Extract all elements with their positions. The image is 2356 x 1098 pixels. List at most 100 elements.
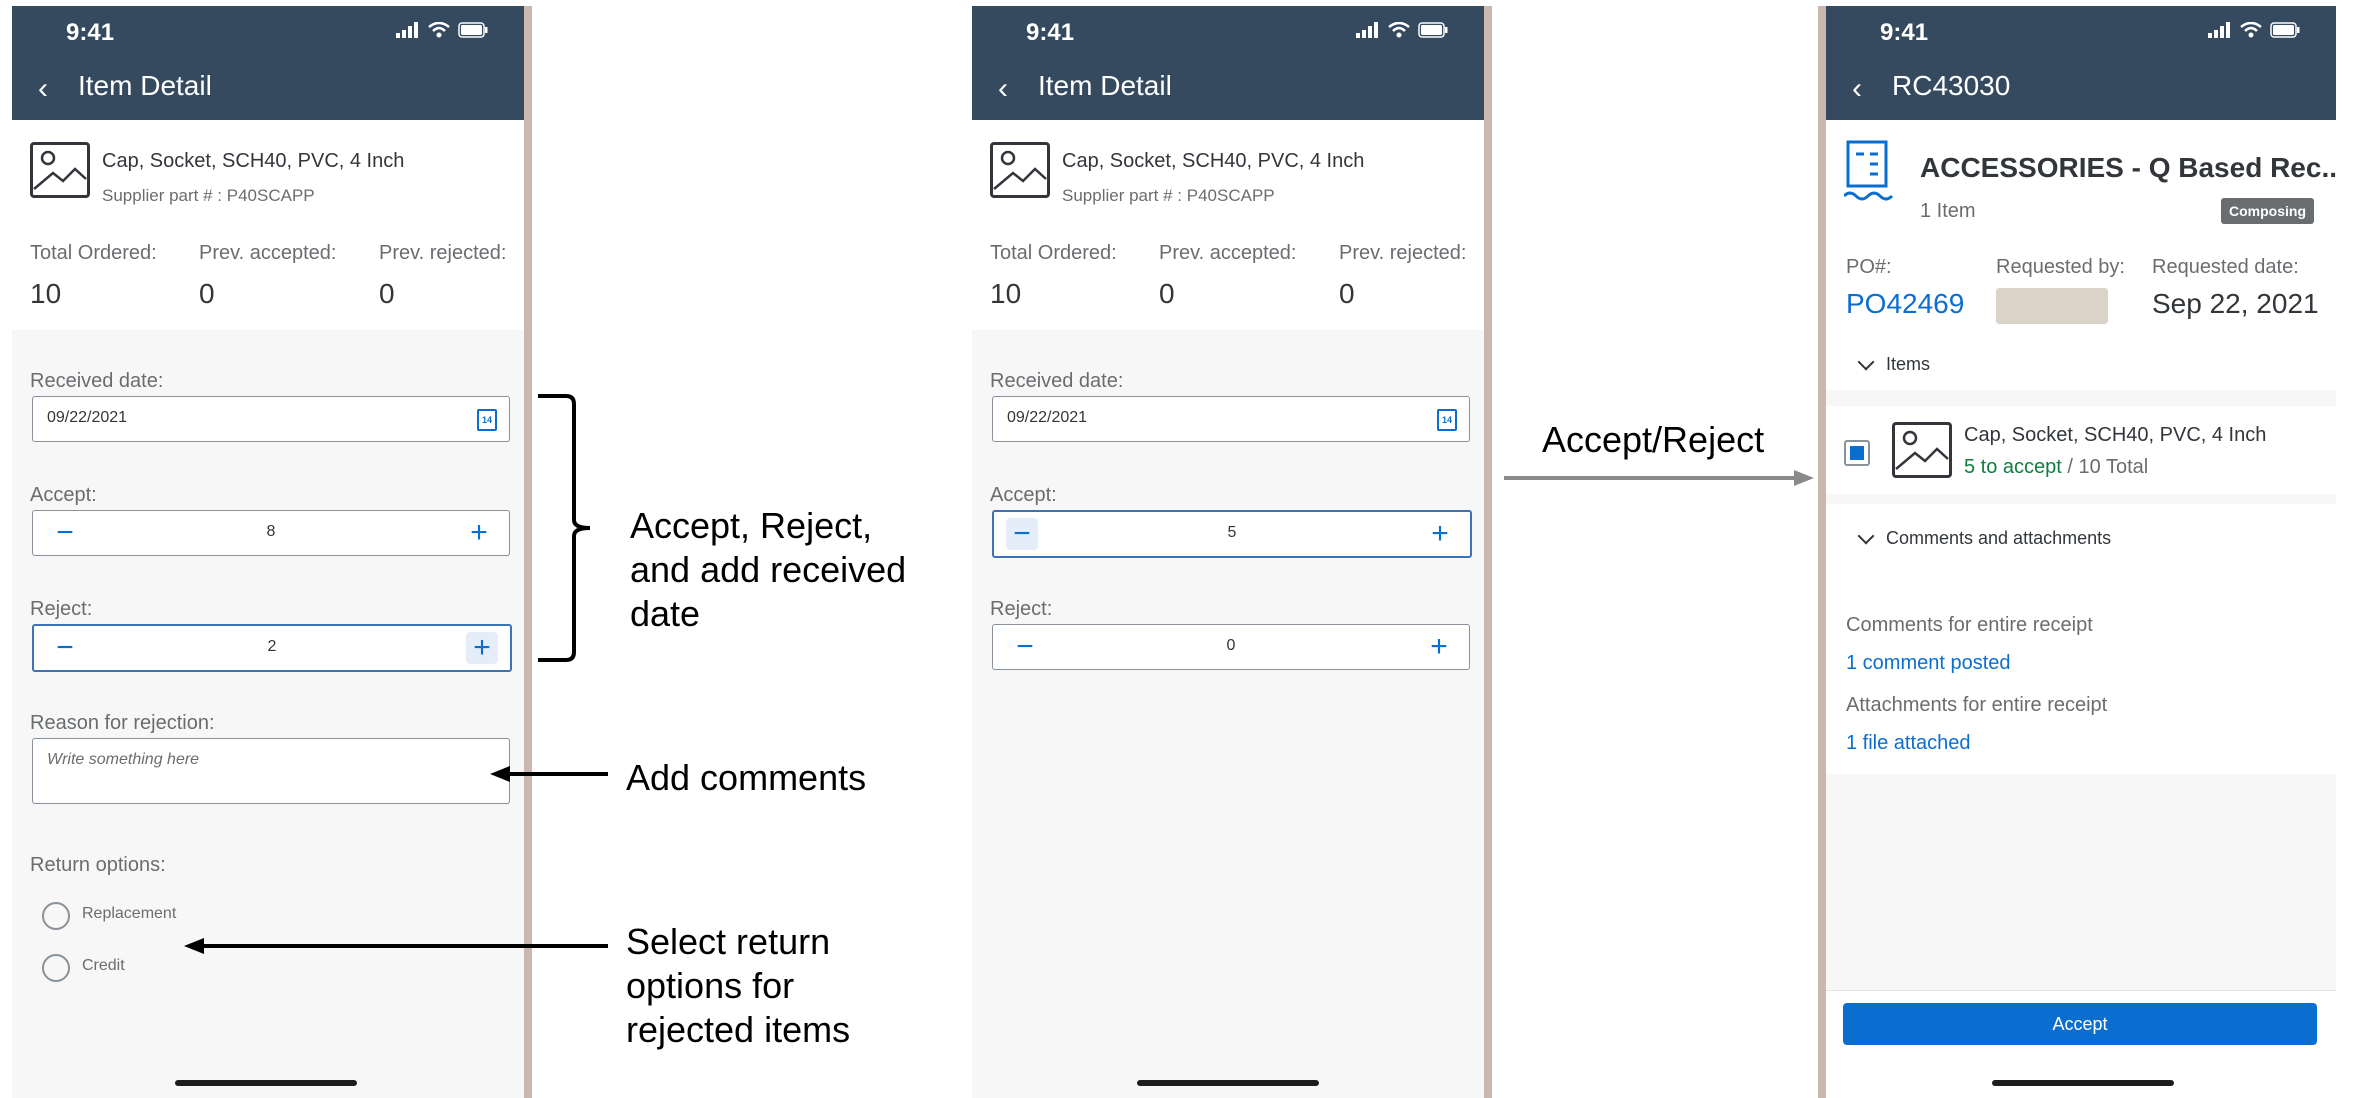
battery-icon [1418, 22, 1448, 38]
accept-increment-button[interactable]: + [463, 517, 495, 549]
prev-rejected-value: 0 [379, 278, 395, 309]
reject-stepper[interactable]: − 2 + [32, 624, 512, 672]
receipt-title: ACCESSORIES - Q Based Rec... [1920, 152, 2336, 183]
radio-replacement-label[interactable]: Replacement [82, 905, 176, 923]
accept-value[interactable]: 5 [994, 524, 1470, 542]
calendar-icon[interactable]: 14 [1437, 409, 1457, 431]
prev-accepted-label: Prev. accepted: [1159, 242, 1297, 264]
supplier-part: Supplier part # : P40SCAPP [1062, 186, 1275, 205]
annotation-line: and add received [630, 549, 907, 590]
signal-icon [1356, 22, 1378, 38]
item-image-placeholder-icon [30, 142, 90, 198]
reject-stepper[interactable]: − 0 + [992, 624, 1470, 670]
return-options-label: Return options: [30, 854, 166, 876]
calendar-day: 14 [1441, 415, 1452, 425]
reject-label: Reject: [30, 598, 93, 620]
checkbox-checked-icon [1850, 446, 1864, 460]
comments-label: Comments for entire receipt [1846, 614, 2093, 636]
item-accept-count: 5 to accept [1964, 456, 2062, 478]
phone-screen-receipt: 9:41 ‹ RC43030 ACCESSORIES - Q Based Rec… [1826, 6, 2336, 1098]
total-ordered-value: 10 [30, 278, 62, 309]
annotation-line: Accept, Reject, [630, 505, 873, 546]
item-name: Cap, Socket, SCH40, PVC, 4 Inch [1964, 424, 2267, 446]
item-total-count: / 10 Total [2061, 456, 2149, 478]
home-indicator [175, 1080, 357, 1086]
item-name: Cap, Socket, SCH40, PVC, 4 Inch [1062, 150, 1365, 172]
requested-date-label: Requested date: [2152, 256, 2299, 278]
comments-attachments-panel: Comments and attachments Comments for en… [1826, 504, 2336, 774]
item-summary-panel: Cap, Socket, SCH40, PVC, 4 Inch Supplier… [972, 120, 1484, 330]
navigation-bar: ‹ Item Detail [12, 56, 524, 120]
received-date-field[interactable]: 09/22/2021 14 [992, 396, 1470, 442]
attachments-label: Attachments for entire receipt [1846, 694, 2108, 716]
item-checkbox[interactable] [1844, 440, 1870, 466]
back-chevron-icon[interactable]: ‹ [1852, 72, 1862, 106]
status-bar: 9:41 [972, 6, 1484, 56]
prev-rejected-label: Prev. rejected: [1339, 242, 1467, 264]
page-title: Item Detail [78, 70, 212, 101]
arrow-accept-reject-head [1794, 470, 1814, 486]
back-chevron-icon[interactable]: ‹ [38, 72, 48, 106]
phone-screen-item-detail-1: 9:41 ‹ Item Detail Cap, Socket, SCH40, P… [12, 6, 524, 1098]
wifi-icon [2240, 22, 2262, 38]
status-icons [396, 22, 488, 38]
signal-icon [2208, 22, 2230, 38]
received-date-label: Received date: [990, 370, 1124, 392]
reject-value[interactable]: 2 [34, 638, 510, 656]
supplier-part: Supplier part # : P40SCAPP [102, 186, 315, 205]
prev-accepted-value: 0 [199, 278, 215, 309]
item-quantity: 5 to accept / 10 Total [1964, 456, 2148, 479]
accept-stepper[interactable]: − 8 + [32, 510, 510, 556]
back-chevron-icon[interactable]: ‹ [998, 72, 1008, 106]
status-icons [1356, 22, 1448, 38]
items-chevron-down-icon[interactable] [1857, 353, 1875, 371]
wifi-icon [1388, 22, 1410, 38]
phone-screen-item-detail-2: 9:41 ‹ Item Detail Cap, Socket, SCH40, P… [972, 6, 1484, 1098]
signal-icon [396, 22, 418, 38]
navigation-bar: ‹ RC43030 [1826, 56, 2336, 120]
prev-accepted-label: Prev. accepted: [199, 242, 337, 264]
status-badge: Composing [2221, 198, 2314, 224]
item-summary-panel: Cap, Socket, SCH40, PVC, 4 Inch Supplier… [12, 120, 524, 330]
phone-edge [1818, 6, 1826, 1098]
attachments-link[interactable]: 1 file attached [1846, 732, 1971, 755]
receipt-header-panel: ACCESSORIES - Q Based Rec... 1 Item Comp… [1826, 120, 2336, 390]
navigation-bar: ‹ Item Detail [972, 56, 1484, 120]
accept-stepper[interactable]: − 5 + [992, 510, 1472, 558]
po-number-link[interactable]: PO42469 [1846, 288, 1964, 320]
item-list-row[interactable]: Cap, Socket, SCH40, PVC, 4 Inch 5 to acc… [1826, 406, 2336, 494]
received-date-field[interactable]: 09/22/2021 14 [32, 396, 510, 442]
prev-rejected-label: Prev. rejected: [379, 242, 507, 264]
items-section-header[interactable]: Items [1886, 354, 1930, 375]
received-date-label: Received date: [30, 370, 164, 392]
radio-credit-label[interactable]: Credit [82, 957, 125, 975]
annotation-line: rejected items [626, 1009, 851, 1050]
calendar-day: 14 [481, 415, 492, 425]
reason-for-rejection-input[interactable]: Write something here [32, 738, 510, 804]
radio-replacement[interactable] [42, 902, 70, 930]
battery-icon [2270, 22, 2300, 38]
accept-increment-button[interactable]: + [1424, 518, 1456, 550]
accept-value[interactable]: 8 [33, 523, 509, 541]
comments-link[interactable]: 1 comment posted [1846, 652, 2011, 675]
status-bar: 9:41 [12, 6, 524, 56]
item-image-placeholder-icon [990, 142, 1050, 198]
calendar-icon[interactable]: 14 [477, 409, 497, 431]
reject-increment-button[interactable]: + [1423, 631, 1455, 663]
reject-value[interactable]: 0 [993, 637, 1469, 655]
phone-edge [1484, 6, 1492, 1098]
reject-increment-button[interactable]: + [466, 632, 498, 664]
accept-button[interactable]: Accept [1843, 1003, 2317, 1045]
status-icons [2208, 22, 2300, 38]
comments-section-header[interactable]: Comments and attachments [1886, 528, 2111, 549]
po-label: PO#: [1846, 256, 1892, 278]
page-title: RC43030 [1892, 70, 2011, 101]
comments-chevron-down-icon[interactable] [1857, 527, 1875, 545]
item-count: 1 Item [1920, 200, 1976, 222]
item-image-placeholder-icon [1892, 422, 1952, 478]
radio-credit[interactable] [42, 954, 70, 982]
reason-placeholder: Write something here [47, 751, 200, 768]
annotation-accept-reject-date: Accept, Reject, and add received date [630, 504, 906, 636]
total-ordered-label: Total Ordered: [30, 242, 157, 264]
annotation-select-return: Select return options for rejected items [626, 920, 850, 1052]
